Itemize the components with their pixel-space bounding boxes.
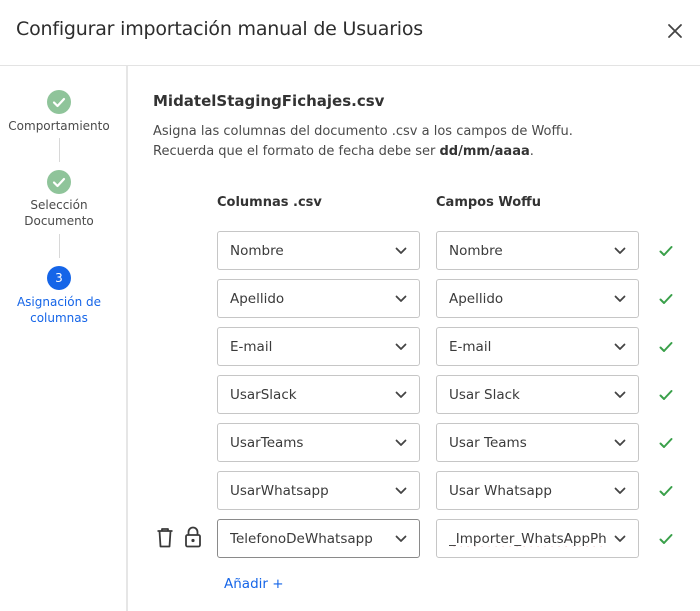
chevron-down-icon bbox=[395, 439, 407, 446]
woffu-field-select[interactable]: Usar Slack bbox=[436, 375, 639, 414]
csv-column-value: UsarTeams bbox=[230, 435, 304, 451]
trash-icon[interactable] bbox=[156, 527, 174, 548]
csv-column-value: E-mail bbox=[230, 339, 273, 355]
chevron-down-icon bbox=[395, 343, 407, 350]
woffu-field-value: Usar Whatsapp bbox=[449, 483, 552, 499]
chevron-down-icon bbox=[395, 295, 407, 302]
check-icon bbox=[659, 390, 673, 400]
add-row-link[interactable]: Añadir + bbox=[224, 576, 284, 592]
steps-sidebar: Comportamiento Selección Documento 3 Asi… bbox=[0, 66, 128, 611]
step-3-label: Asignación de columnas bbox=[16, 295, 102, 325]
check-icon bbox=[659, 294, 673, 304]
woffu-field-select[interactable]: _Importer_WhatsAppPh bbox=[436, 519, 639, 558]
csv-columns-header: Columnas .csv bbox=[217, 195, 322, 210]
woffu-field-value: E-mail bbox=[449, 339, 492, 355]
woffu-field-select[interactable]: Apellido bbox=[436, 279, 639, 318]
csv-column-value: Nombre bbox=[230, 243, 284, 259]
description-line-2-end: . bbox=[529, 144, 534, 159]
csv-column-value: Apellido bbox=[230, 291, 285, 307]
chevron-down-icon bbox=[395, 247, 407, 254]
csv-column-select[interactable]: TelefonoDeWhatsapp bbox=[217, 519, 420, 558]
chevron-down-icon bbox=[614, 535, 626, 542]
chevron-down-icon bbox=[614, 439, 626, 446]
step-connector bbox=[59, 234, 60, 258]
step-3-number: 3 bbox=[47, 266, 71, 290]
woffu-fields-header: Campos Woffu bbox=[436, 195, 541, 210]
check-icon bbox=[659, 534, 673, 544]
csv-column-select[interactable]: UsarTeams bbox=[217, 423, 420, 462]
chevron-down-icon bbox=[614, 343, 626, 350]
step-2-label: Selección Documento bbox=[24, 198, 94, 228]
step-1-label: Comportamiento bbox=[8, 119, 110, 133]
woffu-field-value: _Importer_WhatsAppPh bbox=[449, 531, 607, 547]
chevron-down-icon bbox=[614, 247, 626, 254]
description-line-2-text: Recuerda que el formato de fecha debe se… bbox=[153, 144, 440, 159]
step-2-check-icon bbox=[47, 170, 71, 194]
csv-column-select[interactable]: UsarSlack bbox=[217, 375, 420, 414]
chevron-down-icon bbox=[395, 487, 407, 494]
modal-title: Configurar importación manual de Usuario… bbox=[16, 18, 424, 40]
woffu-field-value: Apellido bbox=[449, 291, 504, 307]
close-icon[interactable] bbox=[664, 20, 686, 42]
woffu-field-select[interactable]: Usar Whatsapp bbox=[436, 471, 639, 510]
file-name: MidatelStagingFichajes.csv bbox=[153, 92, 385, 110]
description-line-2: Recuerda que el formato de fecha debe se… bbox=[153, 142, 573, 162]
lock-icon[interactable] bbox=[184, 526, 202, 548]
csv-column-select[interactable]: Apellido bbox=[217, 279, 420, 318]
csv-column-select[interactable]: E-mail bbox=[217, 327, 420, 366]
csv-column-value: UsarSlack bbox=[230, 387, 297, 403]
check-icon bbox=[659, 486, 673, 496]
chevron-down-icon bbox=[395, 391, 407, 398]
woffu-field-value: Usar Slack bbox=[449, 387, 520, 403]
woffu-field-select[interactable]: Nombre bbox=[436, 231, 639, 270]
step-connector bbox=[59, 138, 60, 162]
csv-column-select[interactable]: UsarWhatsapp bbox=[217, 471, 420, 510]
woffu-field-select[interactable]: E-mail bbox=[436, 327, 639, 366]
woffu-field-value: Usar Teams bbox=[449, 435, 527, 451]
csv-column-value: TelefonoDeWhatsapp bbox=[230, 531, 373, 547]
chevron-down-icon bbox=[395, 535, 407, 542]
woffu-field-select[interactable]: Usar Teams bbox=[436, 423, 639, 462]
date-format: dd/mm/aaaa bbox=[439, 144, 530, 159]
description: Asigna las columnas del documento .csv a… bbox=[153, 122, 573, 162]
csv-column-value: UsarWhatsapp bbox=[230, 483, 329, 499]
chevron-down-icon bbox=[614, 391, 626, 398]
check-icon bbox=[659, 342, 673, 352]
check-icon bbox=[659, 438, 673, 448]
step-1-check-icon bbox=[47, 90, 71, 114]
description-line-1: Asigna las columnas del documento .csv a… bbox=[153, 124, 573, 139]
chevron-down-icon bbox=[614, 487, 626, 494]
check-icon bbox=[659, 246, 673, 256]
chevron-down-icon bbox=[614, 295, 626, 302]
woffu-field-value: Nombre bbox=[449, 243, 503, 259]
csv-column-select[interactable]: Nombre bbox=[217, 231, 420, 270]
modal-header: Configurar importación manual de Usuario… bbox=[0, 0, 700, 66]
